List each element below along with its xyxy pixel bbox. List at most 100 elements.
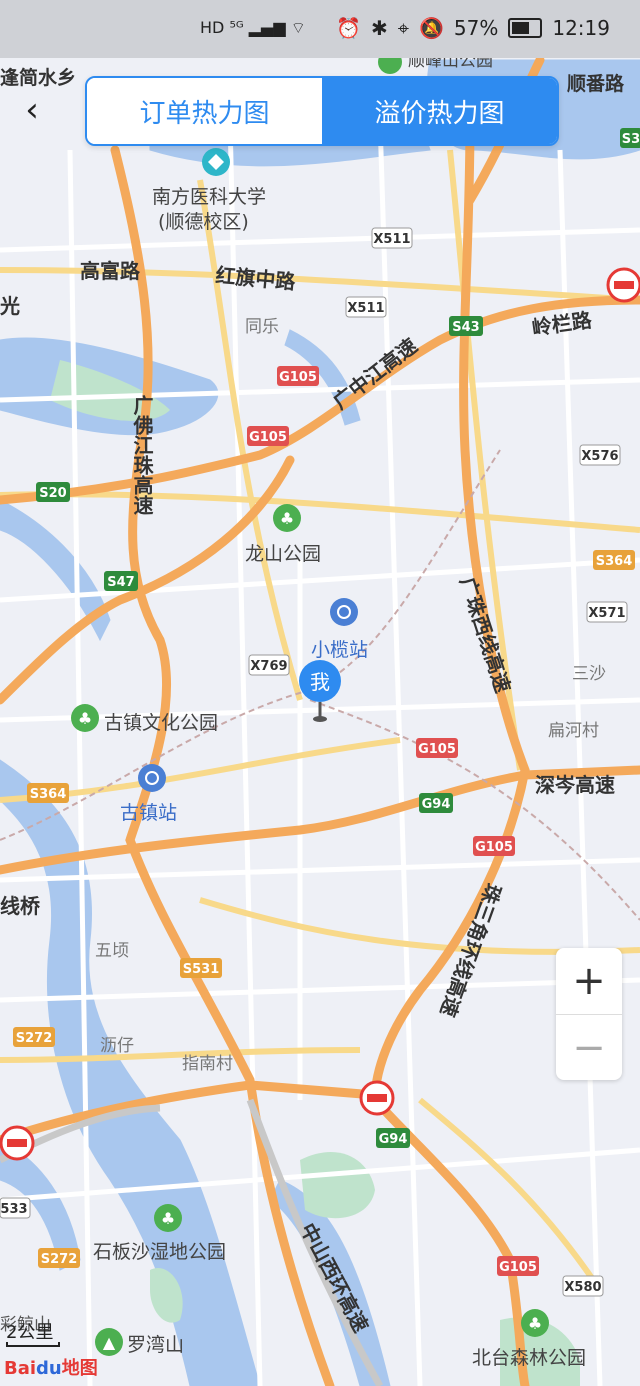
shield-s20: S20 (36, 482, 70, 502)
shield-s531: S531 (180, 958, 222, 978)
back-button[interactable]: ‹ (14, 90, 50, 130)
place-label: 石板沙湿地公园 (93, 1241, 226, 1263)
svg-text:♣: ♣ (528, 1314, 542, 1333)
road-label: 岭栏路 (530, 308, 594, 340)
svg-text:G105: G105 (279, 370, 317, 385)
shield-g105-2: G105 (247, 426, 289, 446)
svg-text:533: 533 (0, 1202, 27, 1217)
logo-brand: Bai (4, 1358, 37, 1379)
road-label: 线桥 (0, 894, 41, 918)
tab-premium-heatmap[interactable]: 溢价热力图 (322, 78, 557, 144)
shield-g105-5: G105 (497, 1256, 539, 1276)
shield-g105: G105 (277, 366, 319, 386)
svg-text:▲: ▲ (103, 1333, 116, 1352)
bluetooth-icon: ✱ (370, 16, 388, 40)
shield-x576: X576 (579, 444, 621, 466)
shield-x511: X511 (371, 227, 413, 249)
svg-text:G105: G105 (499, 1260, 537, 1275)
park-pin-icon-3: ♣ (154, 1204, 182, 1232)
place-label: 顺番路 (567, 72, 625, 95)
svg-text:♣: ♣ (280, 509, 294, 528)
place-label: 三沙 (572, 664, 606, 684)
svg-text:S47: S47 (107, 575, 134, 590)
chevron-left-icon: ‹ (25, 90, 39, 130)
shield-g94-2: G94 (376, 1128, 410, 1148)
map-canvas[interactable]: S43 S20 S47 G94 G94 S3 G105 G105 G105 G1… (0, 0, 640, 1386)
no-entry-icon-3 (0, 1125, 35, 1161)
zoom-controls: + − (556, 948, 622, 1080)
shield-x571: X571 (586, 601, 628, 623)
battery-percent: 57% (453, 16, 499, 40)
place-label: 逢简水乡 (0, 66, 76, 89)
my-location-label: 我 (310, 670, 330, 694)
svg-text:X511: X511 (347, 301, 384, 316)
svg-text:X511: X511 (373, 232, 410, 247)
svg-text:G94: G94 (379, 1132, 408, 1147)
logo-du: du (36, 1358, 62, 1379)
place-label: 光 (0, 294, 20, 318)
status-bar: HD ⁵ᴳ ▂▄▆ ⌔ ⏰ ✱ ⌖ 🔕 57% 12:19 (0, 0, 640, 58)
shield-s43: S43 (449, 316, 483, 336)
shield-g105-3: G105 (416, 738, 458, 758)
park-pin-icon-2: ♣ (71, 704, 99, 732)
station-pin-icon (330, 598, 358, 626)
shield-x769: X769 (248, 654, 290, 676)
road-label: 红旗中路 (215, 263, 298, 294)
svg-text:S272: S272 (41, 1252, 78, 1267)
shield-533: 533 (0, 1197, 31, 1219)
svg-text:G105: G105 (418, 742, 456, 757)
tab-order-heatmap[interactable]: 订单热力图 (87, 78, 322, 144)
zoom-out-button[interactable]: − (556, 1014, 622, 1081)
svg-text:♣: ♣ (78, 709, 92, 728)
svg-text:S364: S364 (30, 787, 67, 802)
place-label: 罗湾山 (127, 1334, 184, 1356)
place-label: 指南村 (182, 1054, 233, 1074)
scale-bar (6, 1342, 60, 1347)
zoom-in-button[interactable]: + (556, 948, 622, 1014)
place-label: 同乐 (245, 317, 279, 337)
shield-x511-2: X511 (345, 296, 387, 318)
no-entry-icon-2 (359, 1080, 395, 1116)
shield-s364: S364 (593, 550, 635, 570)
place-label: 小榄站 (311, 639, 368, 661)
shield-g94: G94 (419, 793, 453, 813)
shield-s272-2: S272 (38, 1248, 80, 1268)
shield-s272: S272 (13, 1027, 55, 1047)
mute-icon: 🔕 (419, 16, 444, 40)
place-label: 古镇文化公园 (104, 712, 218, 734)
place-label: 扁河村 (548, 721, 599, 741)
park-pin-icon-4: ▲ (95, 1328, 123, 1356)
svg-text:G105: G105 (249, 430, 287, 445)
svg-text:S3: S3 (622, 132, 640, 147)
logo-suffix: 地图 (61, 1358, 98, 1379)
svg-text:♣: ♣ (161, 1209, 175, 1228)
place-label: 龙山公园 (245, 543, 321, 565)
svg-text:S20: S20 (39, 486, 66, 501)
svg-text:S364: S364 (596, 554, 633, 569)
highway-label: 广佛江珠高速 (130, 394, 154, 516)
highway-label: 广珠西线高速 (455, 574, 515, 696)
shield-s3: S3 (620, 128, 640, 148)
place-label: 沥仔 (100, 1036, 134, 1056)
shield-g105-4: G105 (473, 836, 515, 856)
location-icon: ⌖ (397, 16, 409, 40)
road-label: 深岑高速 (535, 773, 615, 797)
svg-text:X571: X571 (588, 606, 625, 621)
road-label: 高富路 (80, 259, 141, 283)
hospital-pin-icon (202, 148, 230, 176)
shield-x580: X580 (562, 1275, 604, 1297)
alarm-icon: ⏰ (336, 16, 361, 40)
heatmap-tabs: 订单热力图 溢价热力图 (85, 76, 559, 146)
svg-text:X580: X580 (564, 1280, 601, 1295)
shield-s47: S47 (104, 571, 138, 591)
park-pin-icon-5: ♣ (521, 1309, 549, 1337)
scale-label: 2公里 (6, 1322, 54, 1343)
svg-text:S272: S272 (16, 1031, 53, 1046)
svg-text:S43: S43 (452, 320, 479, 335)
svg-text:G94: G94 (422, 797, 451, 812)
svg-text:X769: X769 (250, 659, 287, 674)
battery-icon (508, 18, 543, 38)
station-pin-icon-2 (138, 764, 166, 792)
shield-s364-2: S364 (27, 783, 69, 803)
signal-icons: HD ⁵ᴳ ▂▄▆ ⌔ (200, 18, 306, 37)
